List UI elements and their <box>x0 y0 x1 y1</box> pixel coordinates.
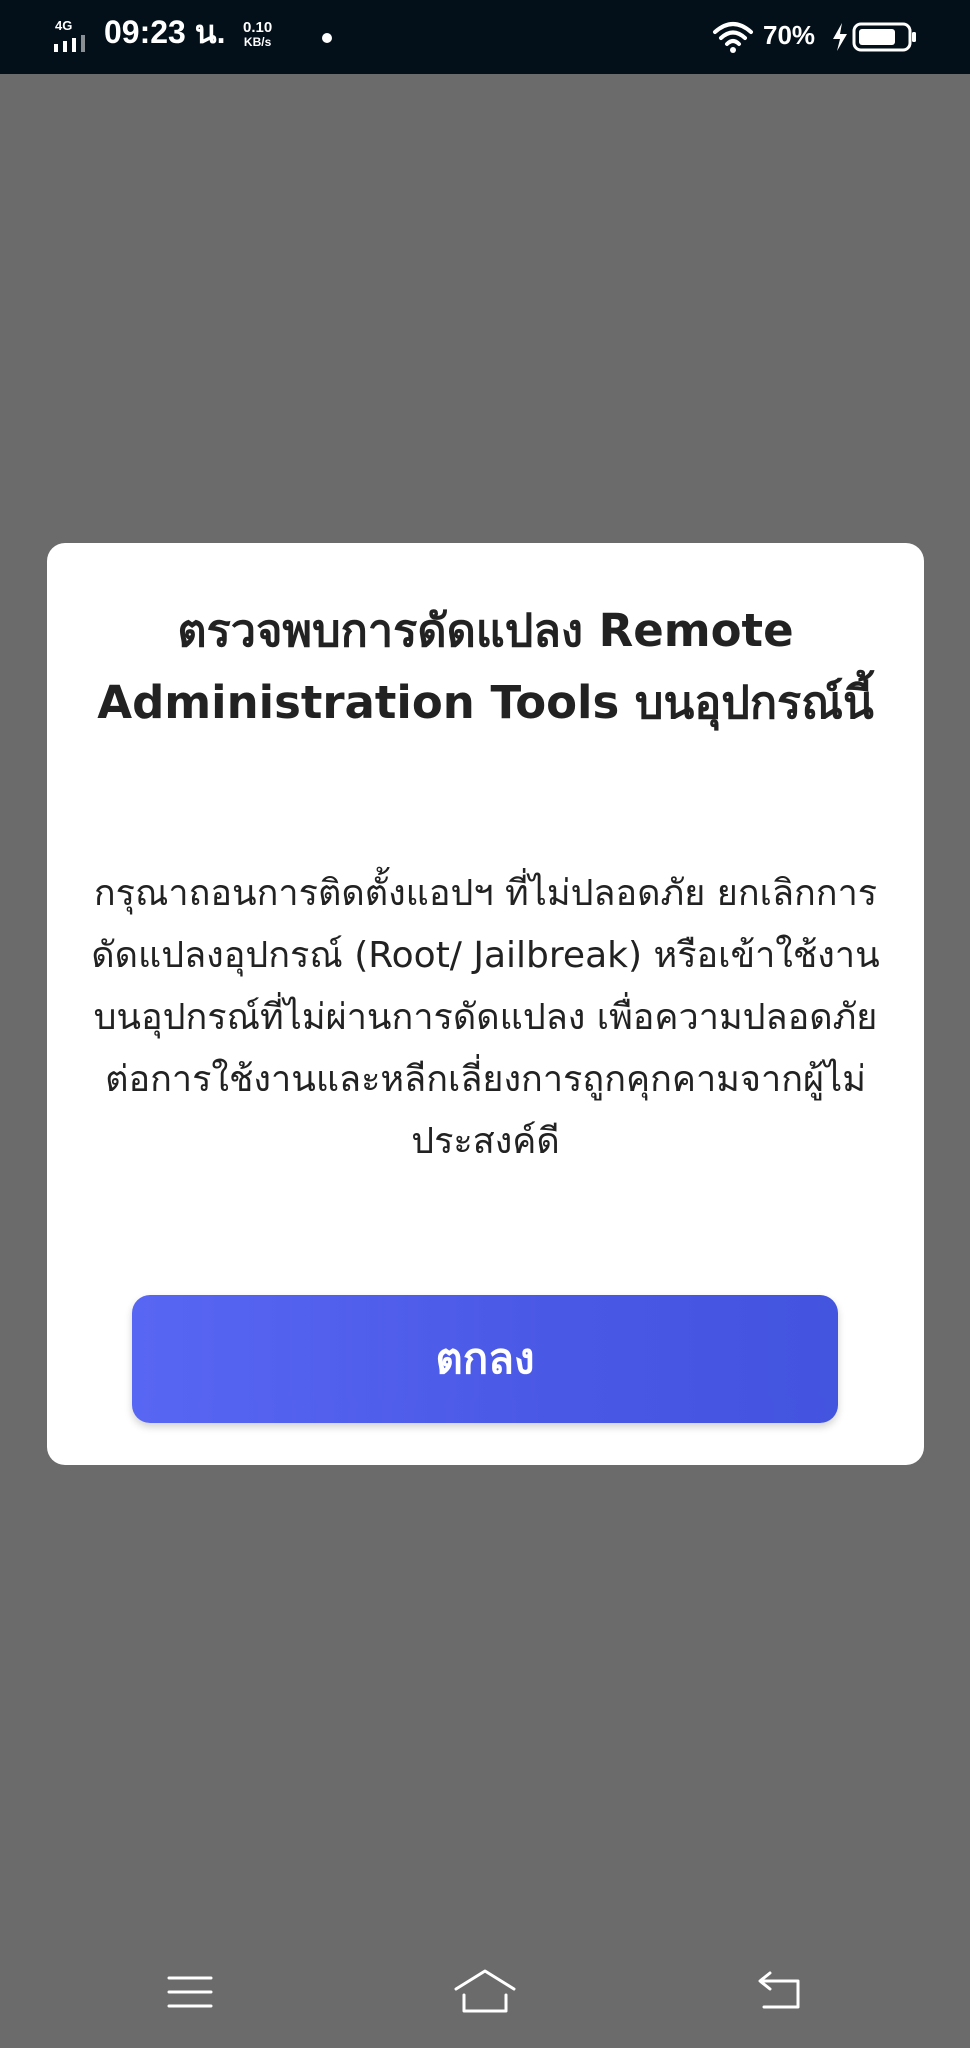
dialog-message: กรุณาถอนการติดตั้งแอปฯ ที่ไม่ปลอดภัย ยกเ… <box>91 873 880 1162</box>
network-speed-value: 0.10 <box>243 19 273 36</box>
menu-button[interactable] <box>155 1962 225 2022</box>
back-button[interactable] <box>745 1962 815 2022</box>
mobile-signal: 4G <box>52 18 92 54</box>
signal-icon <box>54 35 85 52</box>
status-bar: 4G 09:23 น. 0.10 KB/s 70% <box>0 0 970 74</box>
menu-icon <box>167 1976 213 2008</box>
network-speed-unit: KB/s <box>243 34 272 49</box>
charging-bolt-icon <box>833 23 847 51</box>
network-speed: 0.10 KB/s <box>243 20 272 48</box>
home-icon <box>454 1969 516 2013</box>
clock: 09:23 น. <box>104 14 226 50</box>
ok-button-label: ตกลง <box>435 1334 535 1383</box>
battery-icon <box>852 22 916 52</box>
back-icon <box>758 1971 800 2009</box>
ok-button[interactable]: ตกลง <box>132 1295 838 1423</box>
tamper-alert-dialog: ตรวจพบการดัดแปลง Remote Administration T… <box>47 543 924 1465</box>
network-type-label: 4G <box>55 18 73 33</box>
dialog-title: ตรวจพบการดัดแปลง Remote Administration T… <box>97 604 874 729</box>
battery-percent: 70% <box>763 20 816 50</box>
wifi-icon <box>713 22 753 53</box>
home-button[interactable] <box>450 1962 520 2022</box>
navigation-bar <box>0 1940 970 2048</box>
notification-dot <box>322 33 332 43</box>
